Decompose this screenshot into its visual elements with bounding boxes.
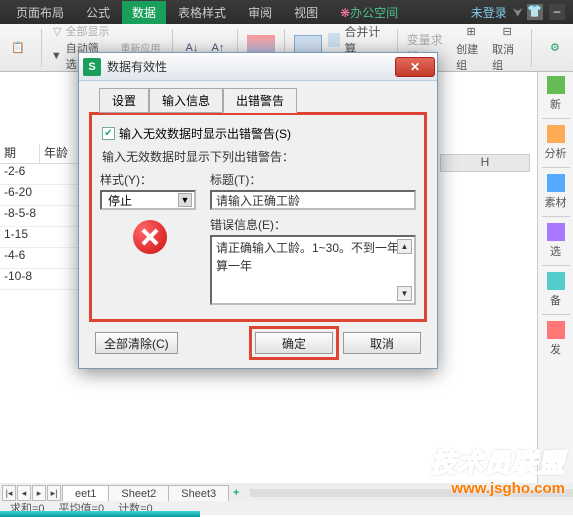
ribbon-ungroup[interactable]: ⊟取消组	[492, 22, 522, 73]
error-message-textarea[interactable]: 请正确输入工龄。1~30。不到一年算一年 ▲ ▼	[210, 235, 416, 305]
error-icon	[133, 220, 167, 254]
login-link[interactable]: 未登录	[467, 4, 511, 21]
clear-all-button[interactable]: 全部清除(C)	[95, 332, 178, 354]
dialog-title: 数据有效性	[107, 58, 395, 75]
user-icon[interactable]: ⮟	[513, 5, 523, 20]
scroll-down-icon[interactable]: ▼	[397, 286, 412, 301]
column-header-H[interactable]: H	[440, 154, 530, 172]
sidebar-select[interactable]: 选	[542, 223, 570, 259]
ok-button[interactable]: 确定	[255, 332, 333, 354]
sidebar-send[interactable]: 发	[542, 321, 570, 357]
app-logo-icon: S	[83, 58, 101, 76]
ribbon-group[interactable]: ⊞创建组	[456, 22, 486, 73]
cell-head-2[interactable]: 年龄	[40, 144, 80, 163]
cancel-button[interactable]: 取消	[343, 332, 421, 354]
watermark-url: www.jsgho.com	[430, 480, 565, 497]
sheet-tab-1[interactable]: eet1	[62, 485, 109, 502]
sidebar-analyze[interactable]: 分析	[542, 125, 570, 161]
watermark: 技术员联盟 www.jsgho.com	[430, 443, 565, 497]
style-select[interactable]: 停止 ▼	[100, 190, 196, 210]
right-sidebar: 新 分析 素材 选 备 发	[537, 72, 573, 485]
title-input[interactable]: 请输入正确工龄	[210, 190, 416, 210]
scroll-up-icon[interactable]: ▲	[397, 239, 412, 254]
menu-table-style[interactable]: 表格样式	[168, 1, 236, 24]
sidebar-new[interactable]: 新	[542, 76, 570, 112]
tab-nav-prev[interactable]: ◂	[17, 485, 31, 501]
tab-nav-first[interactable]: |◂	[2, 485, 16, 501]
dialog-titlebar[interactable]: S 数据有效性 ✕	[79, 53, 437, 81]
tab-settings[interactable]: 设置	[99, 88, 149, 113]
visible-cell[interactable]: 1-15	[0, 227, 80, 248]
show-error-label: 输入无效数据时显示出错警告(S)	[119, 125, 291, 142]
group-label: 输入无效数据时显示下列出错警告：	[102, 148, 416, 165]
min-icon[interactable]: ‒	[549, 4, 565, 20]
visible-cell[interactable]: -2-6	[0, 164, 80, 185]
dropdown-arrow-icon[interactable]: ▼	[178, 193, 192, 207]
sidebar-material[interactable]: 素材	[542, 174, 570, 210]
watermark-title: 技术员联盟	[430, 443, 565, 480]
menu-data[interactable]: 数据	[122, 1, 166, 24]
highlighted-region: ✔ 输入无效数据时显示出错警告(S) 输入无效数据时显示下列出错警告： 样式(Y…	[89, 112, 427, 322]
close-button[interactable]: ✕	[395, 57, 435, 77]
sheet-tab-2[interactable]: Sheet2	[108, 485, 169, 502]
sheet-tab-3[interactable]: Sheet3	[168, 485, 229, 502]
dialog-tabs: 设置 输入信息 出错警告	[99, 87, 427, 112]
cell-head-1[interactable]: 期	[0, 144, 40, 163]
show-error-checkbox[interactable]: ✔	[102, 127, 115, 140]
menu-review[interactable]: 审阅	[238, 1, 282, 24]
menu-office-space[interactable]: ❋办公空间	[330, 1, 408, 24]
menu-formula[interactable]: 公式	[76, 1, 120, 24]
taskbar-strip	[0, 511, 200, 517]
visible-cell[interactable]: -6-20	[0, 185, 80, 206]
error-message-label: 错误信息(E)：	[210, 216, 416, 233]
tab-input-message[interactable]: 输入信息	[149, 88, 223, 113]
title-label: 标题(T)：	[210, 171, 416, 188]
visible-cell[interactable]: -8-5-8	[0, 206, 80, 227]
menu-bar: 页面布局 公式 数据 表格样式 审阅 视图 ❋办公空间 未登录 ⮟ 👕 ‒	[0, 0, 573, 24]
ribbon-settings[interactable]: ⚙	[541, 35, 569, 61]
tab-nav-last[interactable]: ▸|	[47, 485, 61, 501]
menu-view[interactable]: 视图	[284, 1, 328, 24]
ribbon-paste[interactable]: 📋	[4, 35, 32, 61]
skin-icon[interactable]: 👕	[527, 4, 543, 20]
ribbon-show-all[interactable]: ▽全部显示	[53, 23, 109, 39]
style-label: 样式(Y)：	[100, 171, 200, 188]
data-validation-dialog: S 数据有效性 ✕ 设置 输入信息 出错警告 ✔ 输入无效数据时显示出错警告(S…	[78, 52, 438, 369]
sidebar-backup[interactable]: 备	[542, 272, 570, 308]
tab-nav-next[interactable]: ▸	[32, 485, 46, 501]
tab-error-alert[interactable]: 出错警告	[223, 88, 297, 113]
add-sheet-button[interactable]: +	[228, 487, 244, 499]
menu-page-layout[interactable]: 页面布局	[6, 1, 74, 24]
visible-cell[interactable]: -4-6	[0, 248, 80, 269]
visible-cell[interactable]: -10-8	[0, 269, 80, 290]
